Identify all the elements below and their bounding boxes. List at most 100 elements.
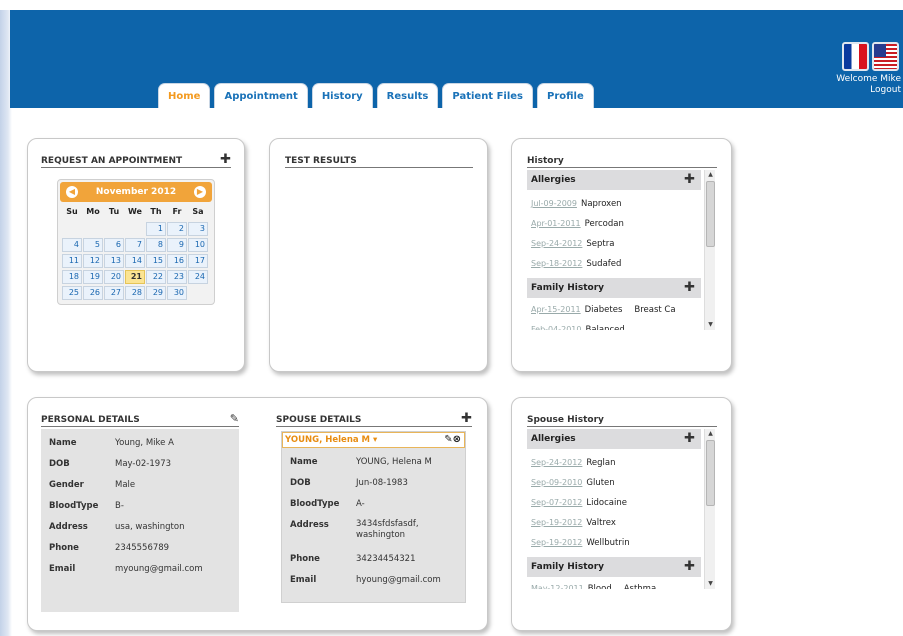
detail-row: DOB May-02-1973 xyxy=(49,454,231,475)
history-date-link[interactable]: May-12-2011 xyxy=(531,584,584,589)
history-row: Apr-15-2011 Diabetes Breast Ca xyxy=(527,300,715,320)
calendar-day[interactable]: 25 xyxy=(62,286,82,300)
calendar-day[interactable]: 11 xyxy=(62,254,82,268)
spouse-family-history-list: May-12-2011 Blood Asthma xyxy=(527,577,715,589)
spouse-details-header: SPOUSE DETAILS ✚ xyxy=(276,412,472,427)
history-date-link[interactable]: Sep-24-2012 xyxy=(531,458,582,467)
calendar-day[interactable]: 15 xyxy=(146,254,166,268)
detail-row: Address 3434sfdsfasdf, washington xyxy=(290,515,457,549)
spouse-box: YOUNG, Helena M ▾ ✎⊗ Name YOUNG, Helena M… xyxy=(281,431,466,603)
us-flag-icon[interactable] xyxy=(872,42,899,71)
calendar-empty-cell xyxy=(83,222,103,236)
tab-appointment[interactable]: Appointment xyxy=(214,83,308,108)
calendar-day[interactable]: 6 xyxy=(104,238,124,252)
logout-link[interactable]: Logout xyxy=(836,85,901,96)
history-row: Sep-07-2012 Lidocaine xyxy=(527,493,715,513)
detail-key: Gender xyxy=(49,480,84,490)
history-row: Jul-09-2009 Naproxen xyxy=(527,194,715,214)
history-item-name: Diabetes xyxy=(584,305,623,315)
calendar-day[interactable]: 26 xyxy=(83,286,103,300)
calendar-day[interactable]: 22 xyxy=(146,270,166,284)
detail-key: Address xyxy=(49,522,88,532)
calendar-day[interactable]: 14 xyxy=(125,254,145,268)
calendar-day[interactable]: 2 xyxy=(167,222,187,236)
scroll-thumb[interactable] xyxy=(706,440,715,506)
calendar-day[interactable]: 20 xyxy=(104,270,124,284)
add-family-history-button[interactable]: ✚ xyxy=(684,281,695,294)
detail-key: BloodType xyxy=(49,501,99,511)
tab-patient-files[interactable]: Patient Files xyxy=(442,83,533,108)
calendar-day[interactable]: 28 xyxy=(125,286,145,300)
detail-row: Email hyoung@gmail.com xyxy=(290,570,457,591)
weekday-label: Fr xyxy=(172,207,182,216)
add-spouse-allergy-button[interactable]: ✚ xyxy=(684,432,695,445)
spouse-selector[interactable]: YOUNG, Helena M ▾ ✎⊗ xyxy=(282,432,465,448)
calendar-day[interactable]: 30 xyxy=(167,286,187,300)
calendar-day[interactable]: 5 xyxy=(83,238,103,252)
prev-month-icon[interactable]: ◀ xyxy=(66,186,78,198)
history-date-link[interactable]: Apr-01-2011 xyxy=(531,219,581,228)
detail-value: Young, Mike A xyxy=(115,438,174,448)
history-date-link[interactable]: Sep-19-2012 xyxy=(531,518,582,527)
detail-key: Address xyxy=(290,520,329,530)
history-date-link[interactable]: Feb-04-2010 xyxy=(531,325,581,330)
calendar-day[interactable]: 9 xyxy=(167,238,187,252)
scroll-up-icon[interactable]: ▲ xyxy=(705,429,715,439)
scroll-down-icon[interactable]: ▼ xyxy=(705,320,715,330)
calendar-day[interactable]: 3 xyxy=(188,222,208,236)
scroll-down-icon[interactable]: ▼ xyxy=(705,579,715,589)
weekday-label: Su xyxy=(66,207,78,216)
tab-profile[interactable]: Profile xyxy=(537,83,594,108)
weekday-label: Mo xyxy=(86,207,100,216)
history-date-link[interactable]: Sep-09-2010 xyxy=(531,478,582,487)
add-spouse-button[interactable]: ✚ xyxy=(461,412,472,425)
next-month-icon[interactable]: ▶ xyxy=(194,186,206,198)
add-allergy-button[interactable]: ✚ xyxy=(684,173,695,186)
top-strip xyxy=(0,0,903,10)
tab-history[interactable]: History xyxy=(311,83,373,108)
history-row: Sep-09-2010 Gluten xyxy=(527,473,715,493)
history-date-link[interactable]: Apr-15-2011 xyxy=(531,305,581,314)
calendar-day[interactable]: 16 xyxy=(167,254,187,268)
personal-details-title: PERSONAL DETAILS xyxy=(41,415,140,425)
history-date-link[interactable]: Sep-24-2012 xyxy=(531,239,582,248)
calendar-day[interactable]: 10 xyxy=(188,238,208,252)
calendar-day[interactable]: 1 xyxy=(146,222,166,236)
detail-row: Gender Male xyxy=(49,475,231,496)
tab-home[interactable]: Home xyxy=(158,83,211,108)
tab-results[interactable]: Results xyxy=(376,83,439,108)
remove-spouse-icon[interactable]: ⊗ xyxy=(453,434,461,445)
detail-value: Male xyxy=(115,480,136,490)
calendar-day[interactable]: 4 xyxy=(62,238,82,252)
scroll-up-icon[interactable]: ▲ xyxy=(705,170,715,180)
edit-personal-icon[interactable]: ✎ xyxy=(230,413,239,425)
scroll-thumb[interactable] xyxy=(706,181,715,247)
calendar-day[interactable]: 8 xyxy=(146,238,166,252)
calendar-day[interactable]: 23 xyxy=(167,270,187,284)
add-spouse-family-history-button[interactable]: ✚ xyxy=(684,560,695,573)
history-date-link[interactable]: Sep-19-2012 xyxy=(531,538,582,547)
calendar-day[interactable]: 13 xyxy=(104,254,124,268)
french-flag-icon[interactable] xyxy=(842,42,869,71)
calendar-day[interactable]: 12 xyxy=(83,254,103,268)
chevron-down-icon: ▾ xyxy=(373,435,378,445)
history-date-link[interactable]: Sep-07-2012 xyxy=(531,498,582,507)
history-date-link[interactable]: Sep-18-2012 xyxy=(531,259,582,268)
calendar-day[interactable]: 27 xyxy=(104,286,124,300)
edit-spouse-icon[interactable]: ✎ xyxy=(444,434,452,445)
calendar-day[interactable]: 18 xyxy=(62,270,82,284)
calendar-day[interactable]: 19 xyxy=(83,270,103,284)
calendar-day[interactable]: 7 xyxy=(125,238,145,252)
calendar-day[interactable]: 21 xyxy=(125,270,145,284)
detail-value: myoung@gmail.com xyxy=(115,564,203,574)
history-scrollbar[interactable]: ▲ ▼ xyxy=(704,170,715,330)
add-appointment-button[interactable]: ✚ xyxy=(220,153,231,166)
calendar-day[interactable]: 29 xyxy=(146,286,166,300)
calendar-day[interactable]: 24 xyxy=(188,270,208,284)
calendar-day[interactable]: 17 xyxy=(188,254,208,268)
history-date-link[interactable]: Jul-09-2009 xyxy=(531,199,577,208)
spouse-history-scrollbar[interactable]: ▲ ▼ xyxy=(704,429,715,589)
history-item-name: Septra xyxy=(586,239,615,249)
family-history-list: Apr-15-2011 Diabetes Breast Ca Feb-04-2010 B… xyxy=(527,298,715,330)
weekday-label: Tu xyxy=(108,207,120,216)
